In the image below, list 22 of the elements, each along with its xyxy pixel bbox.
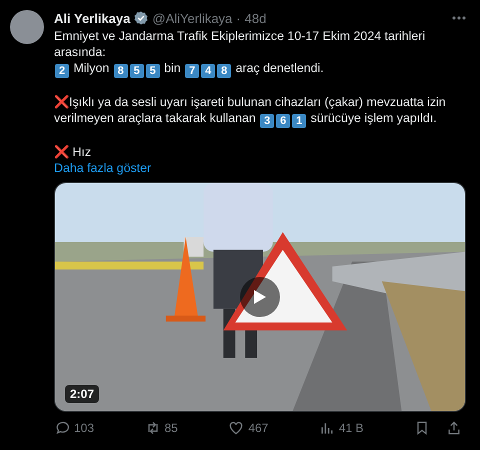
post-text: ❌ Hız xyxy=(54,144,92,160)
like-button[interactable]: 467 xyxy=(228,420,268,436)
repost-button[interactable]: 85 xyxy=(144,420,178,436)
author-handle[interactable]: @AliYerlikaya xyxy=(152,10,232,26)
avatar[interactable] xyxy=(10,10,44,44)
play-button[interactable] xyxy=(240,277,280,317)
reply-icon xyxy=(54,420,70,436)
heart-icon xyxy=(228,420,244,436)
post-text: ❌Işıklı ya da sesli uyarı işareti bulunan cihazları (çakar) mevzuatta izin verilmeyen araçlara takarak kullanan 3 6 1 sürücüye işlem yapıldı. xyxy=(54,94,447,128)
reply-button[interactable]: 103 xyxy=(54,420,94,436)
video-duration: 2:07 xyxy=(65,385,100,403)
views-button[interactable]: 41 B xyxy=(318,420,364,436)
separator-dot: · xyxy=(236,10,241,26)
post-text: Emniyet ve Jandarma Trafik Ekiplerimizce 10-17 Ekim 2024 tarihleri arasında: 2 Milyon 8 5 5 bin 7 4 8 araç denetlendi. xyxy=(54,28,426,78)
bar-chart-icon xyxy=(318,420,335,436)
author-name[interactable]: Ali Yerlikaya xyxy=(54,10,130,26)
play-icon xyxy=(253,289,267,305)
post-time[interactable]: 48d xyxy=(244,10,266,26)
share-icon xyxy=(446,420,462,436)
more-options-icon[interactable] xyxy=(452,16,466,20)
share-button[interactable] xyxy=(446,420,462,436)
show-more-link[interactable]: Daha fazla göster xyxy=(54,160,152,176)
